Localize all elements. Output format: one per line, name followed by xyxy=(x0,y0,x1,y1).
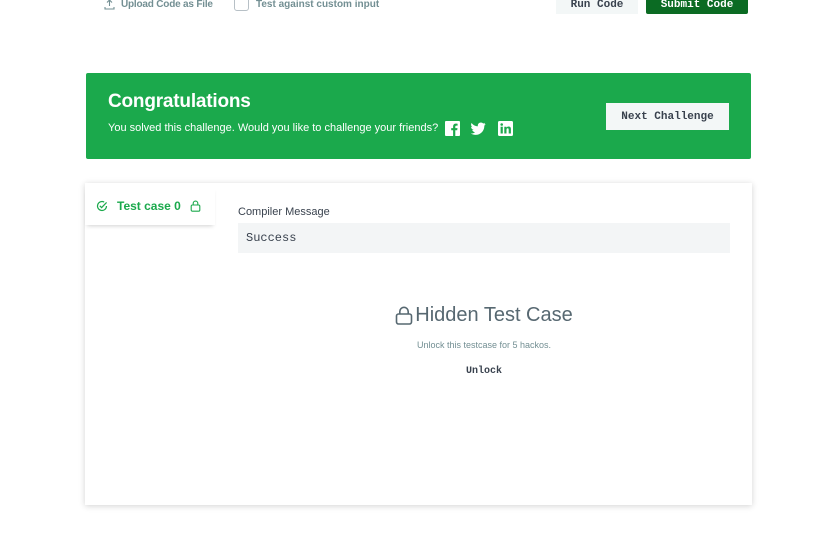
custom-input-toggle[interactable]: Test against custom input xyxy=(234,0,379,11)
upload-code-button[interactable]: Upload Code as File xyxy=(104,0,213,10)
challenge-results-page: Upload Code as File Test against custom … xyxy=(0,0,830,551)
unlock-cost-text: Unlock this testcase for 5 hackos. xyxy=(416,340,552,350)
hidden-test-case-panel: Hidden Test Case Unlock this testcase fo… xyxy=(238,304,730,377)
lock-icon xyxy=(395,306,413,325)
hidden-test-case-title: Hidden Test Case xyxy=(415,304,573,326)
run-code-button[interactable]: Run Code xyxy=(556,0,638,14)
banner-title: Congratulations xyxy=(108,91,251,112)
upload-code-label: Upload Code as File xyxy=(121,0,213,10)
custom-input-label: Test against custom input xyxy=(256,0,380,10)
hidden-test-case-heading: Hidden Test Case xyxy=(395,304,573,327)
compiler-message-output: Success xyxy=(238,223,730,253)
custom-input-checkbox[interactable] xyxy=(234,0,249,11)
linkedin-icon[interactable] xyxy=(498,121,513,136)
banner-subtitle: You solved this challenge. Would you lik… xyxy=(108,122,439,134)
upload-icon xyxy=(104,0,115,10)
submit-code-button[interactable]: Submit Code xyxy=(646,0,748,14)
facebook-icon[interactable] xyxy=(445,121,460,136)
next-challenge-button[interactable]: Next Challenge xyxy=(606,103,729,130)
editor-toolbar: Upload Code as File Test against custom … xyxy=(0,0,830,20)
congratulations-banner: Congratulations You solved this challeng… xyxy=(86,73,751,159)
tab-label: Test case 0 xyxy=(117,199,181,213)
check-circle-icon xyxy=(96,200,108,212)
unlock-button[interactable]: Unlock xyxy=(466,366,502,377)
compiler-message-label: Compiler Message xyxy=(238,206,330,218)
tab-test-case-0[interactable]: Test case 0 xyxy=(85,187,215,225)
test-results-card: Test case 0 Compiler Message Success Hid… xyxy=(85,183,752,505)
lock-icon xyxy=(190,200,201,212)
twitter-icon[interactable] xyxy=(471,121,486,136)
